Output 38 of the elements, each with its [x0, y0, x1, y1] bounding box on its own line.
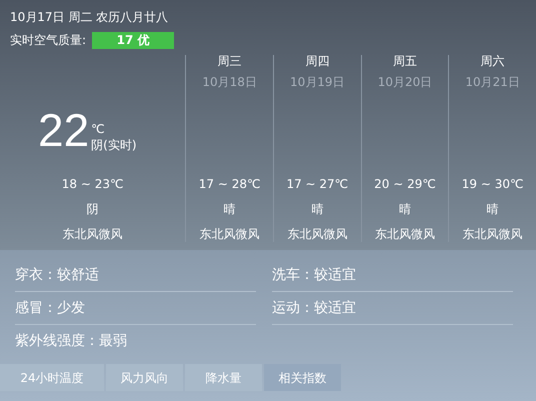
forecast-date: 10月20日 [378, 74, 432, 91]
current-condition: 阴(实时) [91, 137, 137, 153]
index-item: 洗车：较适宜 [272, 259, 513, 292]
index-item: 穿衣：较舒适 [15, 259, 256, 292]
forecast-date: 10月21日 [465, 74, 520, 91]
wind-text: 东北风微风 [287, 226, 348, 243]
wind-text: 东北风微风 [62, 226, 123, 243]
air-quality-label: 实时空气质量: [10, 32, 86, 49]
index-item: 运动：较适宜 [272, 292, 513, 325]
weekday-text: 周三 [218, 53, 242, 70]
weather-text: 晴 [224, 201, 236, 218]
air-quality-badge: 17 优 [92, 32, 174, 48]
temperature-range: 18 ~ 23℃ [62, 176, 124, 193]
temperature-range: 20 ~ 29℃ [374, 176, 436, 193]
weekday-text: 周四 [305, 53, 330, 70]
chart-tab[interactable]: 24小时温度 [0, 364, 104, 391]
date-text: 10月17日 周二 农历八月廿八 [9, 9, 170, 26]
chart-tab[interactable]: 风力风向 [106, 364, 183, 391]
index-item: 紫外线强度：最弱 [15, 332, 128, 351]
temperature-range: 19 ~ 30℃ [462, 176, 524, 193]
wind-text: 东北风微风 [462, 226, 523, 243]
forecast-date: 10月18日 [202, 74, 257, 91]
temperature-unit: ℃ [91, 121, 106, 137]
weather-text: 晴 [398, 201, 411, 218]
current-temperature: 22 [38, 107, 90, 153]
weather-text: 晴 [311, 201, 324, 218]
index-item: 感冒：少发 [15, 292, 256, 325]
wind-text: 东北风微风 [200, 226, 260, 243]
temperature-range: 17 ~ 28℃ [198, 176, 260, 193]
weekday-text: 周五 [392, 53, 417, 70]
temperature-range: 17 ~ 27℃ [286, 176, 348, 193]
weekday-text: 周六 [480, 53, 505, 70]
weather-text: 晴 [486, 201, 499, 218]
wind-text: 东北风微风 [374, 226, 435, 243]
forecast-date: 10月19日 [290, 74, 345, 91]
weather-text: 阴 [86, 201, 99, 218]
chart-tab[interactable]: 相关指数 [264, 364, 341, 391]
chart-tab[interactable]: 降水量 [185, 364, 262, 391]
